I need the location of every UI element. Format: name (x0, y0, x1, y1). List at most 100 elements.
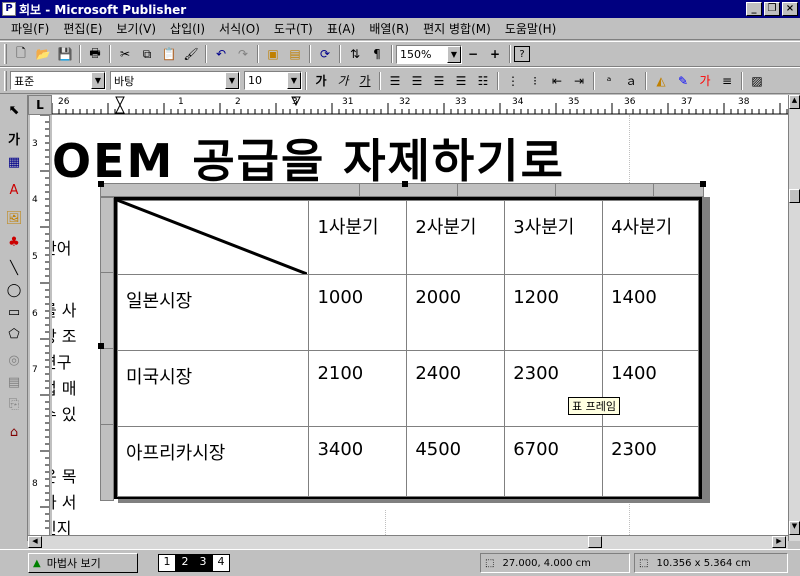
line-style-icon[interactable]: ≡ (716, 70, 738, 92)
close-button[interactable]: × (782, 2, 798, 16)
table-tool-icon[interactable]: ▦ (3, 151, 25, 173)
undo-icon[interactable]: ↶ (210, 43, 232, 65)
text-tool-icon[interactable]: 가 (3, 127, 25, 149)
page-button[interactable]: 3 (194, 554, 212, 572)
bullets-icon[interactable]: ⁝ (524, 70, 546, 92)
shadow-icon[interactable]: ▨ (746, 70, 768, 92)
open-icon[interactable]: 📂 (32, 43, 54, 65)
table-cell[interactable]: 2300 (602, 426, 699, 497)
custom-shapes-icon[interactable]: ⬠ (3, 323, 25, 345)
menu-format[interactable]: 서식(O) (212, 20, 267, 37)
cut-icon[interactable]: ✂ (114, 43, 136, 65)
menu-arrange[interactable]: 배열(R) (362, 20, 416, 37)
menu-insert[interactable]: 삽입(I) (163, 20, 212, 37)
menu-tools[interactable]: 도구(T) (267, 20, 320, 37)
page-button[interactable]: 4 (212, 554, 230, 572)
menu-edit[interactable]: 편집(E) (56, 20, 109, 37)
page-button[interactable]: 2 (176, 554, 194, 572)
line-tool-icon[interactable]: ╲ (3, 257, 25, 279)
scroll-thumb[interactable] (588, 536, 602, 548)
table-cell[interactable]: 1400 (602, 274, 699, 351)
table-header-cell[interactable]: 3사분기 (504, 200, 604, 275)
horizontal-ruler[interactable]: 26 1 2 3 31 32 33 34 35 36 37 38 (52, 95, 788, 115)
restore-button[interactable]: ❐ (764, 2, 780, 16)
table-cell[interactable]: 3400 (308, 426, 408, 497)
menu-file[interactable]: 파일(F) (4, 20, 56, 37)
send-back-icon[interactable]: ▤ (284, 43, 306, 65)
page-button[interactable]: 1 (158, 554, 176, 572)
rotate-icon[interactable]: ⟳ (314, 43, 336, 65)
table-row-selector[interactable] (100, 197, 114, 501)
bold-icon[interactable]: 가 (310, 70, 332, 92)
table-row-label[interactable]: 아프리카시장 (116, 426, 310, 497)
menu-table[interactable]: 표(A) (320, 20, 363, 37)
help-icon[interactable]: ? (514, 46, 530, 62)
vertical-ruler[interactable]: 3 4 5 6 7 8 (30, 115, 50, 535)
fill-color-icon[interactable]: ◭ (650, 70, 672, 92)
data-table[interactable]: 1사분기 2사분기 3사분기 4사분기 일본시장 1000 2000 1200 … (114, 197, 702, 499)
chevron-down-icon[interactable]: ▼ (287, 72, 301, 89)
font-color-icon[interactable]: 가 (694, 70, 716, 92)
ruler-corner[interactable]: L (28, 95, 52, 115)
table-cell[interactable]: 4500 (406, 426, 506, 497)
menu-view[interactable]: 보기(V) (109, 20, 163, 37)
style-combo[interactable]: 표준 ▼ (10, 71, 106, 90)
save-icon[interactable]: 💾 (54, 43, 76, 65)
zoom-out-button[interactable]: − (462, 43, 484, 65)
resize-handle[interactable] (98, 181, 104, 187)
align-left-icon[interactable]: ☰ (384, 70, 406, 92)
table-cell[interactable]: 2400 (406, 350, 506, 427)
distribute-icon[interactable]: ☷ (472, 70, 494, 92)
decrease-indent-icon[interactable]: ⇤ (546, 70, 568, 92)
font-combo[interactable]: 바탕 ▼ (110, 71, 240, 90)
copy-icon[interactable]: ⧉ (136, 43, 158, 65)
zoom-combo[interactable]: 150% ▼ (396, 44, 462, 64)
scroll-left-icon[interactable]: ◀ (28, 536, 42, 548)
format-painter-icon[interactable]: 🖌 (180, 43, 202, 65)
scroll-right-icon[interactable]: ▶ (772, 536, 786, 548)
design-gallery-icon[interactable]: ⌂ (3, 421, 25, 443)
print-icon[interactable]: 🖶 (84, 43, 106, 65)
html-fragment-icon[interactable]: ⎘ (3, 393, 25, 415)
menu-help[interactable]: 도움말(H) (498, 20, 564, 37)
text-direction-icon[interactable]: ⇅ (344, 43, 366, 65)
minimize-button[interactable]: _ (746, 2, 762, 16)
table-cell[interactable]: 1000 (308, 274, 408, 351)
scroll-thumb[interactable] (789, 189, 800, 203)
grow-font-icon[interactable]: ᵃ (598, 70, 620, 92)
redo-icon[interactable]: ↷ (232, 43, 254, 65)
chevron-down-icon[interactable]: ▼ (447, 45, 461, 63)
table-row-label[interactable]: 미국시장 (116, 350, 310, 427)
italic-icon[interactable]: 가 (332, 70, 354, 92)
picture-icon[interactable]: 🖼 (3, 207, 25, 229)
scroll-up-icon[interactable]: ▲ (789, 95, 800, 109)
align-right-icon[interactable]: ☰ (428, 70, 450, 92)
menu-mail-merge[interactable]: 편지 병합(M) (416, 20, 498, 37)
vertical-scrollbar[interactable]: ▲ ▼ (788, 95, 800, 541)
resize-handle[interactable] (700, 181, 706, 187)
wordart-icon[interactable]: A (3, 179, 25, 201)
table-cell[interactable]: 1200 (504, 274, 604, 351)
pilcrow-icon[interactable]: ¶ (366, 43, 388, 65)
wizard-toggle-button[interactable]: ▲ 마법사 보기 (28, 553, 138, 573)
table-cell[interactable]: 6700 (504, 426, 604, 497)
chevron-down-icon[interactable]: ▼ (225, 72, 239, 89)
table-header-cell[interactable]: 1사분기 (308, 200, 408, 275)
scroll-down-icon[interactable]: ▼ (789, 521, 800, 535)
numbering-icon[interactable]: ⋮ (502, 70, 524, 92)
table-cell[interactable]: 2000 (406, 274, 506, 351)
table-header-cell[interactable]: 2사분기 (406, 200, 506, 275)
table-cell[interactable]: 2100 (308, 350, 408, 427)
pointer-icon[interactable]: ⬉ (3, 99, 25, 121)
shrink-font-icon[interactable]: ａ (620, 70, 642, 92)
bring-front-icon[interactable]: ▣ (262, 43, 284, 65)
chevron-down-icon[interactable]: ▼ (91, 72, 105, 89)
document-canvas[interactable]: OEM 공급을 자제하기로 안어 를 사 장 조 연구 업 매 수 있 은 목 … (52, 115, 788, 535)
table-cell[interactable]: 2300 (504, 350, 604, 427)
size-combo[interactable]: 10 ▼ (244, 71, 302, 90)
hotspot-icon[interactable]: ◎ (3, 349, 25, 371)
table-cell[interactable]: 1400 (602, 350, 699, 427)
justify-icon[interactable]: ☰ (450, 70, 472, 92)
oval-tool-icon[interactable]: ◯ (3, 279, 25, 301)
resize-handle[interactable] (402, 181, 408, 187)
